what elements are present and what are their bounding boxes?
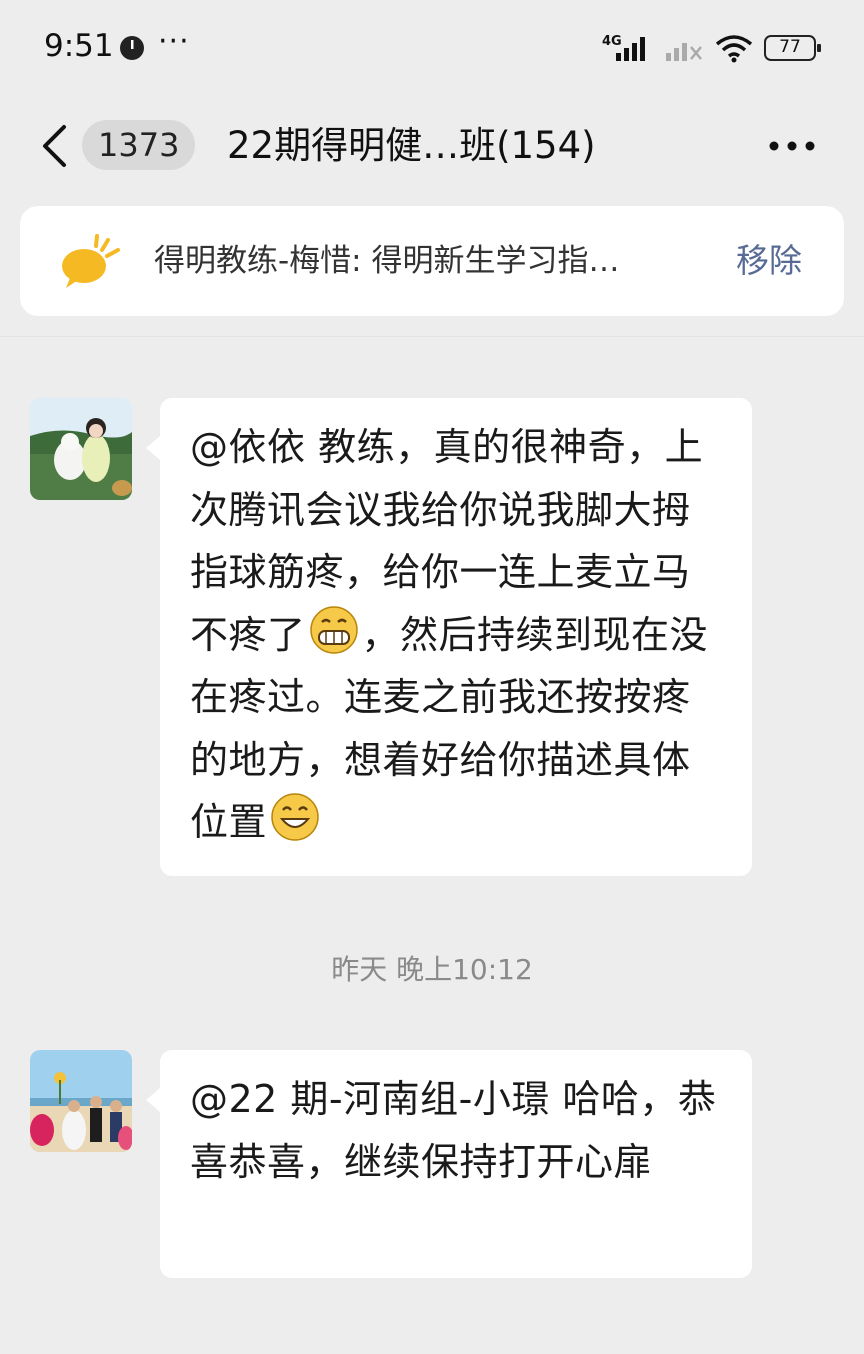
status-indicators: 4G 77 <box>602 30 821 66</box>
battery-indicator: 77 <box>764 35 821 61</box>
status-time: 9:51 <box>44 28 114 64</box>
chat-title: 22期得明健…班(154) <box>227 124 596 167</box>
signal-no-sim-icon <box>666 43 702 61</box>
message-bubble[interactable]: @依依 教练，真的很神奇，上次腾讯会议我给你说我脚大拇指球筋疼，给你一连上麦立马… <box>146 398 752 876</box>
avatar-photo <box>30 1050 132 1152</box>
message-timestamp: 昨天 晚上10:12 <box>331 953 533 986</box>
back-arrow-icon[interactable] <box>40 124 68 168</box>
divider <box>0 336 864 337</box>
status-more-dots: ··· <box>158 24 190 59</box>
message-bubble[interactable]: @22 期-河南组-小璟 哈哈，恭喜恭喜，继续保持打开心扉 <box>146 1050 752 1278</box>
signal-4g-icon: 4G <box>602 34 645 61</box>
clock-icon <box>120 36 144 60</box>
avatar[interactable] <box>30 398 132 500</box>
pinned-message-card[interactable]: 得明教练-梅惜: 得明新生学习指… 移除 <box>20 206 844 316</box>
message-text: @22 期-河南组-小璟 哈哈，恭喜恭喜，继续保持打开心扉 <box>190 1077 717 1184</box>
wifi-icon <box>715 35 753 63</box>
status-bar: 9:51 ··· 4G 77 <box>0 0 864 96</box>
more-options-icon[interactable] <box>768 136 816 156</box>
announcement-bubble-icon <box>62 234 120 288</box>
network-label: 4G <box>602 34 622 49</box>
pinned-message-text: 得明教练-梅惜: 得明新生学习指… <box>154 243 620 279</box>
smile-emoji-icon <box>271 793 319 841</box>
unread-count-badge[interactable]: 1373 <box>82 120 196 170</box>
remove-pinned-button[interactable]: 移除 <box>736 236 802 286</box>
avatar[interactable] <box>30 1050 132 1152</box>
grin-emoji-icon <box>309 605 358 654</box>
avatar-photo <box>30 398 132 500</box>
chat-header: 1373 22期得明健…班(154) <box>0 96 864 196</box>
